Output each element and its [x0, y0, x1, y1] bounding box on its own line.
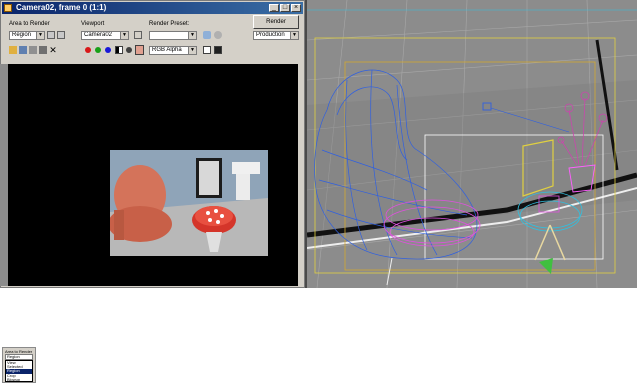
inset-area-value: Region — [7, 354, 20, 359]
background-edge — [0, 64, 8, 286]
swatch-icon[interactable] — [135, 45, 144, 55]
display-channel-dropdown[interactable]: RGB Alpha ▼ — [149, 46, 197, 55]
green-channel-icon[interactable] — [95, 47, 101, 53]
clone-frame-icon[interactable] — [29, 46, 37, 54]
toggle-ui-icon[interactable] — [214, 46, 222, 54]
chevron-down-icon: ▼ — [188, 32, 196, 39]
viewport-value: Camera02 — [84, 32, 113, 38]
app-icon — [4, 4, 12, 12]
save-image-icon[interactable] — [9, 46, 17, 54]
clear-icon[interactable]: ✕ — [49, 46, 57, 55]
display-channel-value: RGB Alpha — [152, 47, 182, 53]
render-mode-dropdown[interactable]: Production ▼ — [253, 31, 299, 40]
chevron-down-icon: ▼ — [36, 32, 44, 39]
area-to-render-dropdown[interactable]: Region ▼ — [9, 31, 45, 40]
alpha-channel-icon[interactable] — [115, 46, 123, 54]
blue-channel-icon[interactable] — [105, 47, 111, 53]
dropdown-list: View Selected Region Crop Blowup — [5, 360, 33, 382]
close-button[interactable]: × — [291, 4, 301, 12]
area-to-render-dropdown-open: Area to Render Region View Selected Regi… — [2, 347, 36, 383]
maximize-button[interactable]: □ — [280, 4, 290, 12]
print-image-icon[interactable] — [39, 46, 47, 54]
environment-icon[interactable] — [214, 31, 222, 39]
chevron-down-icon: ▼ — [188, 47, 196, 54]
render-preset-dropdown[interactable]: ▼ — [149, 31, 197, 40]
render-setup-icon[interactable] — [203, 31, 211, 39]
edit-region-icon[interactable] — [47, 31, 55, 39]
rendered-region-image — [110, 150, 268, 256]
copy-image-icon[interactable] — [19, 46, 27, 54]
window-title: Camera02, frame 0 (1:1) — [16, 3, 107, 12]
toggle-ui-overlay-icon[interactable] — [203, 46, 211, 54]
dropdown-option-blowup[interactable]: Blowup — [6, 377, 32, 382]
minimize-button[interactable]: _ — [269, 4, 279, 12]
render-mode-value: Production — [256, 32, 285, 38]
viewport-label: Viewport — [81, 21, 105, 27]
title-bar[interactable]: Camera02, frame 0 (1:1) _ □ × — [2, 2, 303, 14]
chevron-down-icon: ▼ — [290, 32, 298, 39]
area-to-render-label: Area to Render — [9, 21, 50, 27]
auto-region-icon[interactable] — [57, 31, 65, 39]
red-channel-icon[interactable] — [85, 47, 91, 53]
area-to-render-value: Region — [12, 32, 32, 38]
render-preset-label: Render Preset: — [149, 21, 190, 27]
camera-viewport[interactable] — [307, 0, 637, 288]
lock-viewport-icon[interactable] — [134, 31, 142, 39]
viewport-dropdown[interactable]: Camera02 ▼ — [81, 31, 129, 40]
render-button[interactable]: Render — [253, 15, 299, 29]
monochrome-icon[interactable] — [126, 47, 132, 53]
chevron-down-icon: ▼ — [120, 32, 128, 39]
